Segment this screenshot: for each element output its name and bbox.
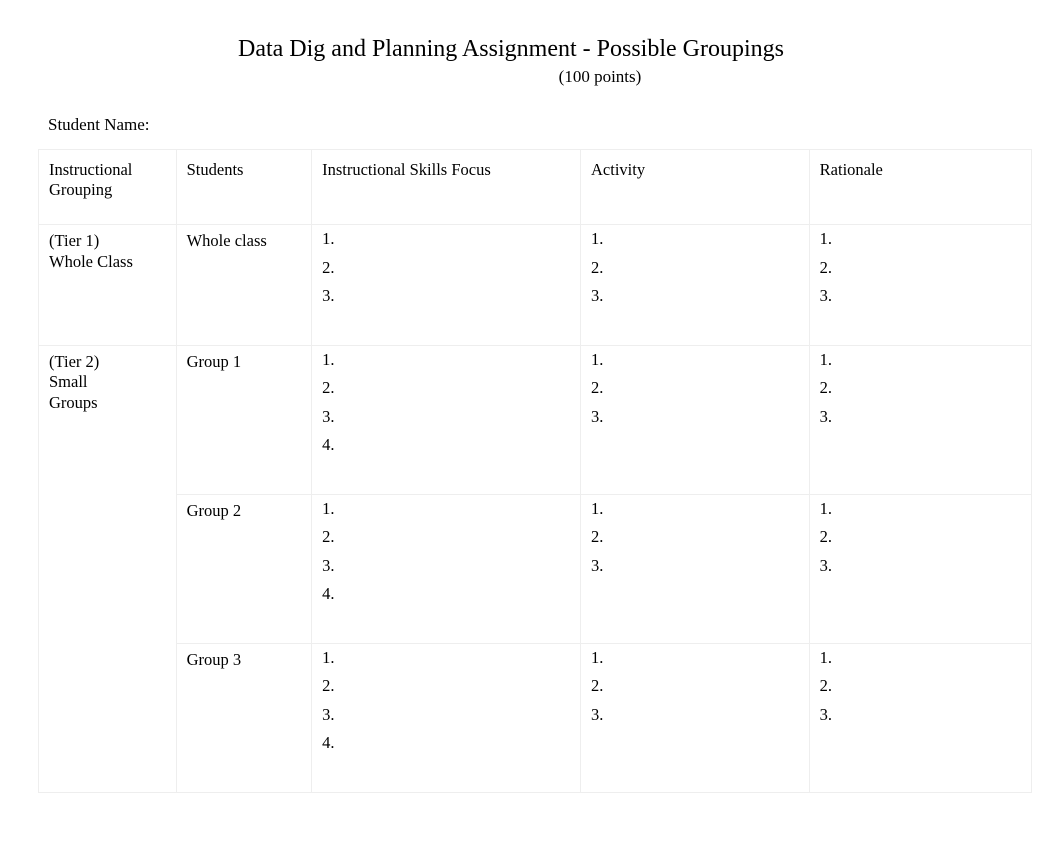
header-grouping: Instructional Grouping: [39, 150, 177, 225]
list-item: 3.: [322, 288, 570, 305]
tier1-activity-cell: 1. 2. 3.: [581, 225, 810, 346]
group3-activity-cell: 1. 2. 3.: [581, 643, 810, 792]
tier2-grouping-cell: (Tier 2) Small Groups: [39, 345, 177, 792]
tier2-label-line1: (Tier 2): [49, 352, 166, 373]
list-item: 2.: [322, 529, 570, 546]
group3-students-cell: Group 3: [176, 643, 312, 792]
list-item: 1.: [322, 501, 570, 518]
list-item: 2.: [820, 529, 1021, 546]
list-item: 2.: [820, 260, 1021, 277]
list-item: 1.: [591, 352, 799, 369]
list-item: 3.: [820, 558, 1021, 575]
list-item: 4.: [322, 735, 570, 752]
grouping-table: Instructional Grouping Students Instruct…: [38, 149, 1032, 793]
page-subtitle: (100 points): [150, 67, 1050, 87]
tier1-grouping-cell: (Tier 1) Whole Class: [39, 225, 177, 346]
header-students: Students: [176, 150, 312, 225]
list-item: 2.: [820, 678, 1021, 695]
tier1-rationale-cell: 1. 2. 3.: [809, 225, 1031, 346]
tier2-label-line2: Small: [49, 372, 166, 393]
header-rationale: Rationale: [809, 150, 1031, 225]
page-title: Data Dig and Planning Assignment - Possi…: [150, 36, 872, 63]
list-item: 2.: [591, 380, 799, 397]
list-item: 4.: [322, 437, 570, 454]
list-item: 3.: [591, 409, 799, 426]
group2-rationale-cell: 1. 2. 3.: [809, 494, 1031, 643]
group1-activity-cell: 1. 2. 3.: [581, 345, 810, 494]
list-item: 3.: [820, 288, 1021, 305]
group1-skills-cell: 1. 2. 3. 4.: [312, 345, 581, 494]
group2-skills-cell: 1. 2. 3. 4.: [312, 494, 581, 643]
group2-activity-cell: 1. 2. 3.: [581, 494, 810, 643]
table-row: Group 2 1. 2. 3. 4. 1. 2. 3. 1. 2. 3.: [39, 494, 1032, 643]
table-row: (Tier 2) Small Groups Group 1 1. 2. 3. 4…: [39, 345, 1032, 494]
tier1-label-line2: Whole Class: [49, 252, 166, 273]
tier2-label-line3: Groups: [49, 393, 166, 414]
group1-students-cell: Group 1: [176, 345, 312, 494]
list-item: 1.: [591, 650, 799, 667]
table-row: Group 3 1. 2. 3. 4. 1. 2. 3. 1. 2. 3.: [39, 643, 1032, 792]
list-item: 3.: [591, 558, 799, 575]
list-item: 1.: [820, 352, 1021, 369]
header-activity: Activity: [581, 150, 810, 225]
list-item: 1.: [322, 231, 570, 248]
table-header-row: Instructional Grouping Students Instruct…: [39, 150, 1032, 225]
list-item: 2.: [591, 260, 799, 277]
table-row: (Tier 1) Whole Class Whole class 1. 2. 3…: [39, 225, 1032, 346]
list-item: 1.: [322, 650, 570, 667]
student-name-label: Student Name:: [48, 115, 1062, 135]
list-item: 3.: [322, 409, 570, 426]
group3-skills-cell: 1. 2. 3. 4.: [312, 643, 581, 792]
list-item: 2.: [591, 529, 799, 546]
list-item: 1.: [820, 231, 1021, 248]
list-item: 3.: [591, 707, 799, 724]
list-item: 4.: [322, 586, 570, 603]
tier1-students-cell: Whole class: [176, 225, 312, 346]
list-item: 1.: [322, 352, 570, 369]
list-item: 3.: [322, 558, 570, 575]
tier1-label-line1: (Tier 1): [49, 231, 166, 252]
list-item: 1.: [820, 650, 1021, 667]
header-skills: Instructional Skills Focus: [312, 150, 581, 225]
list-item: 3.: [820, 707, 1021, 724]
list-item: 3.: [820, 409, 1021, 426]
list-item: 3.: [591, 288, 799, 305]
tier1-skills-cell: 1. 2. 3.: [312, 225, 581, 346]
list-item: 2.: [322, 260, 570, 277]
group3-rationale-cell: 1. 2. 3.: [809, 643, 1031, 792]
list-item: 2.: [591, 678, 799, 695]
list-item: 3.: [322, 707, 570, 724]
list-item: 2.: [322, 380, 570, 397]
list-item: 2.: [322, 678, 570, 695]
group2-students-cell: Group 2: [176, 494, 312, 643]
list-item: 2.: [820, 380, 1021, 397]
list-item: 1.: [591, 231, 799, 248]
group1-rationale-cell: 1. 2. 3.: [809, 345, 1031, 494]
list-item: 1.: [591, 501, 799, 518]
list-item: 1.: [820, 501, 1021, 518]
